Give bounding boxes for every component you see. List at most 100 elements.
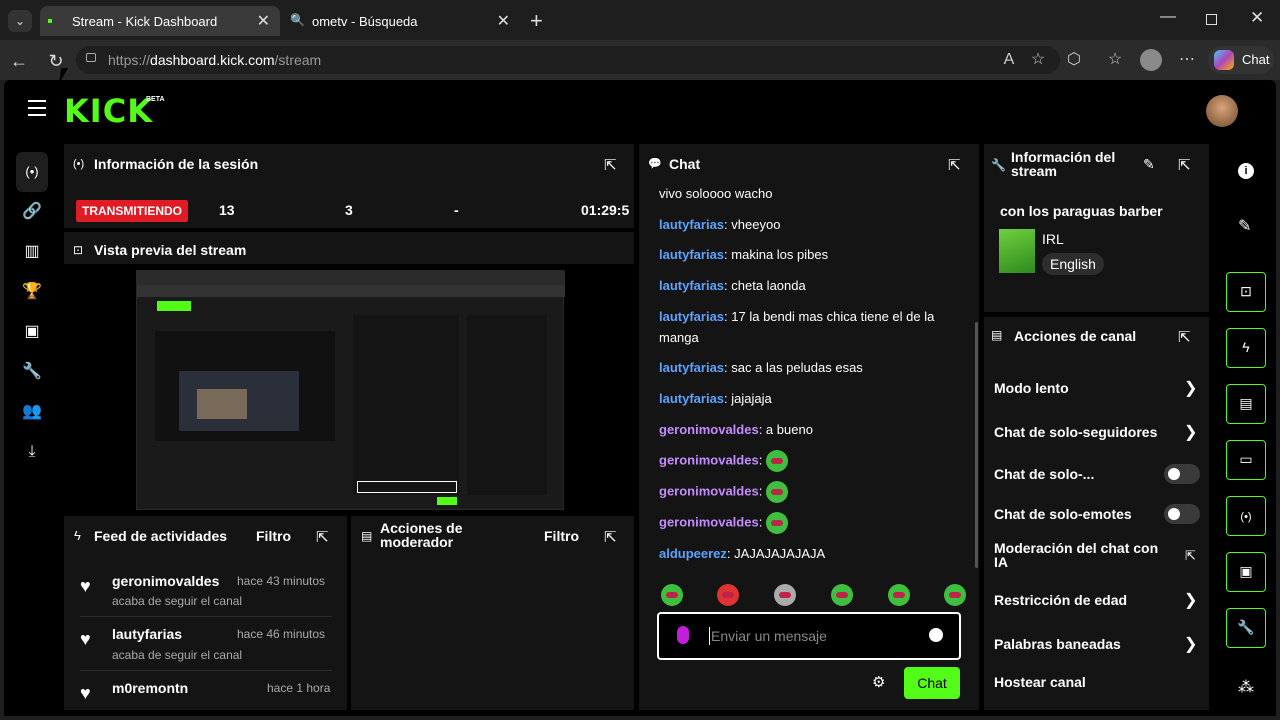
stream-info-shortcut-button[interactable]: 🔧 xyxy=(1226,608,1266,648)
copilot-chat-button[interactable]: Chat xyxy=(1208,46,1274,74)
kick-logo[interactable]: KICK xyxy=(64,92,153,130)
channel-actions-icon: ▤ xyxy=(991,328,1003,342)
chat-username[interactable]: geronimovaldes xyxy=(659,422,759,437)
close-tab-icon[interactable]: ✕ xyxy=(497,11,510,31)
chevron-right-icon[interactable]: ❯ xyxy=(1184,590,1197,610)
link-icon[interactable]: 🔗 xyxy=(22,202,42,222)
chevron-right-icon[interactable]: ❯ xyxy=(1184,422,1197,442)
heart-icon: ♥ xyxy=(80,576,91,596)
minimize-icon[interactable]: — xyxy=(1160,8,1176,26)
followers-only-item[interactable]: Chat de solo-seguidores xyxy=(994,424,1157,440)
new-tab-icon[interactable]: + xyxy=(530,8,543,34)
copilot-label: Chat xyxy=(1242,52,1270,67)
preview-shortcut-button[interactable]: ⊡ xyxy=(1226,272,1266,312)
edit-icon[interactable]: ✎ xyxy=(1143,156,1155,173)
chat-username[interactable]: lautyfarias xyxy=(659,360,724,375)
tab-ometv-search[interactable]: 🔍 ometv - Búsqueda ✕ xyxy=(282,6,520,36)
microphone-icon[interactable] xyxy=(677,626,689,644)
chat-username[interactable]: aldupeerez xyxy=(659,546,727,561)
language-badge: English xyxy=(1042,253,1104,275)
favorites-icon[interactable]: ☆ xyxy=(1104,49,1126,71)
expand-icon[interactable]: ⇱ xyxy=(948,156,961,174)
expand-icon[interactable]: ⇱ xyxy=(604,528,617,546)
trophy-icon[interactable]: 🏆 xyxy=(22,282,42,302)
analytics-icon[interactable]: ▥ xyxy=(22,242,42,262)
moderator-filter-button[interactable]: Filtro xyxy=(544,528,579,544)
feed-filter-button[interactable]: Filtro xyxy=(256,528,291,544)
chat-username[interactable]: lautyfarias xyxy=(659,391,724,406)
expand-icon[interactable]: ⇱ xyxy=(604,156,617,174)
emote-icon[interactable] xyxy=(887,584,910,606)
chat-settings-icon[interactable]: ⚙ xyxy=(872,673,885,691)
chevron-right-icon[interactable]: ❯ xyxy=(1184,378,1197,398)
lock-icon[interactable] xyxy=(86,53,96,62)
layout-icon[interactable]: ⁂ xyxy=(1238,677,1254,697)
tab-list-chevron-icon[interactable]: ⌄ xyxy=(8,10,32,32)
sidebar-item-stream[interactable]: (•) xyxy=(16,152,48,192)
chat-message-input[interactable]: Enviar un mensaje xyxy=(657,612,961,660)
read-aloud-icon[interactable]: A xyxy=(998,49,1020,71)
ai-moderation-item[interactable]: Moderación del chat con IA xyxy=(994,541,1158,569)
users-icon[interactable]: 👥 xyxy=(22,402,42,422)
category-thumbnail[interactable] xyxy=(999,229,1035,273)
chat-username[interactable]: lautyfarias xyxy=(659,278,724,293)
stat-followers: 3 xyxy=(345,202,353,218)
channel-actions-shortcut-button[interactable]: ▣ xyxy=(1226,552,1266,592)
emote-icon[interactable] xyxy=(831,584,854,606)
chat-username[interactable]: geronimovaldes xyxy=(659,452,759,467)
extensions-icon[interactable]: ⬡ xyxy=(1063,49,1085,71)
hamburger-menu-icon[interactable] xyxy=(28,100,46,116)
age-restriction-item[interactable]: Restricción de edad xyxy=(994,592,1127,608)
chevron-right-icon[interactable]: ❯ xyxy=(1184,634,1197,654)
feed-user[interactable]: lautyfarias xyxy=(112,626,182,642)
profile-icon[interactable] xyxy=(1140,49,1162,71)
host-channel-item[interactable]: Hostear canal xyxy=(994,674,1086,690)
expand-icon[interactable]: ⇱ xyxy=(316,528,329,546)
expand-icon[interactable]: ⇱ xyxy=(1178,156,1191,174)
close-tab-icon[interactable]: ✕ xyxy=(257,11,270,31)
info-icon[interactable]: i xyxy=(1238,163,1254,179)
stream-preview-video[interactable] xyxy=(64,264,634,512)
slow-mode-item[interactable]: Modo lento xyxy=(994,380,1069,396)
subscribers-only-toggle[interactable] xyxy=(1164,464,1200,484)
session-shortcut-button[interactable]: (•) xyxy=(1226,496,1266,536)
feed-user[interactable]: geronimovaldes xyxy=(112,573,219,589)
chat-username[interactable]: lautyfarias xyxy=(659,217,724,232)
feed-user[interactable]: m0remontn xyxy=(112,680,188,696)
chat-username[interactable]: lautyfarias xyxy=(659,309,724,324)
restore-icon[interactable] xyxy=(1206,14,1217,25)
emote-icon[interactable] xyxy=(661,584,683,606)
external-link-icon[interactable]: ⇱ xyxy=(1185,548,1196,564)
video-icon[interactable]: ▣ xyxy=(22,322,42,342)
chat-username[interactable]: geronimovaldes xyxy=(659,483,759,498)
search-favicon-icon: 🔍 xyxy=(290,13,305,27)
chat-username[interactable]: lautyfarias xyxy=(659,247,724,262)
input-cursor xyxy=(709,627,710,645)
send-chat-button[interactable]: Chat xyxy=(904,667,960,699)
banned-words-item[interactable]: Palabras baneadas xyxy=(994,636,1121,652)
chat-scrollbar[interactable] xyxy=(975,322,978,568)
chat-message: aldupeerez: JAJAJAJAJAJA xyxy=(659,546,826,561)
emotes-only-toggle[interactable] xyxy=(1164,504,1200,524)
favorite-star-icon[interactable]: ☆ xyxy=(1027,49,1049,71)
wrench-icon[interactable]: 🔧 xyxy=(22,362,42,382)
expand-icon[interactable]: ⇱ xyxy=(1178,328,1191,346)
feed-action: acaba de seguir el canal xyxy=(112,648,243,662)
chat-shortcut-button[interactable]: ▭ xyxy=(1226,440,1266,480)
activity-shortcut-button[interactable]: ϟ xyxy=(1226,328,1266,368)
download-icon[interactable]: ⤓ xyxy=(22,442,42,462)
avatar[interactable] xyxy=(1206,95,1238,127)
close-window-icon[interactable]: ✕ xyxy=(1250,8,1264,28)
moderator-shortcut-button[interactable]: ▤ xyxy=(1226,384,1266,424)
category-label[interactable]: IRL xyxy=(1042,231,1064,247)
kick-favicon-icon xyxy=(48,19,52,23)
emote-icon[interactable] xyxy=(717,584,740,606)
chat-username[interactable]: geronimovaldes xyxy=(659,514,759,529)
chat-message: manga xyxy=(659,330,699,345)
tab-kick-dashboard[interactable]: Stream - Kick Dashboard ✕ xyxy=(40,6,280,36)
emoji-icon[interactable] xyxy=(929,628,943,642)
back-icon[interactable]: ← xyxy=(8,50,30,72)
edit-icon[interactable]: ✎ xyxy=(1238,216,1251,236)
more-options-icon[interactable]: ⋯ xyxy=(1176,49,1198,71)
emote-icon[interactable] xyxy=(773,584,796,606)
